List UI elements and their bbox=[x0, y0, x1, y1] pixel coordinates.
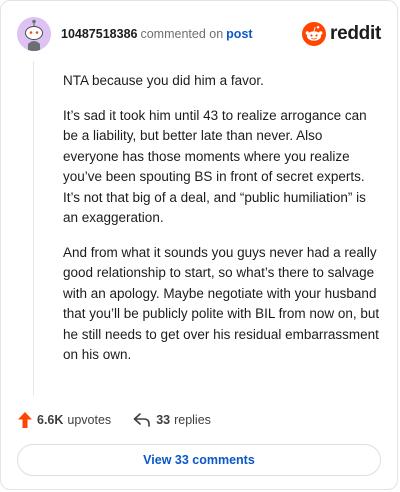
view-comments-button[interactable]: View 33 comments bbox=[17, 444, 381, 476]
comment-actions: 6.6K upvotes 33 replies bbox=[18, 409, 381, 431]
reddit-logo-icon bbox=[302, 22, 327, 46]
reddit-wordmark: reddit bbox=[330, 23, 381, 44]
reply-arrow-icon bbox=[133, 413, 150, 427]
snoo-avatar-icon[interactable] bbox=[17, 17, 51, 51]
reddit-brand[interactable]: reddit bbox=[302, 21, 381, 47]
upvote-arrow-icon bbox=[18, 412, 32, 428]
comment-header: 10487518386 commented on post reddit bbox=[17, 17, 381, 51]
upvote-count: 6.6K bbox=[37, 413, 64, 427]
upvote-label: upvotes bbox=[67, 413, 112, 427]
comment-body: NTA because you did him a favor. It’s sa… bbox=[63, 71, 381, 380]
comment-meta: 10487518386 commented on post bbox=[61, 26, 253, 42]
commented-on-text: commented on bbox=[140, 27, 224, 41]
username[interactable]: 10487518386 bbox=[61, 27, 137, 41]
upvote-button[interactable]: 6.6K upvotes bbox=[18, 412, 111, 428]
comment-card: 10487518386 commented on post reddit NTA b… bbox=[0, 0, 398, 490]
post-link[interactable]: post bbox=[226, 27, 252, 41]
comment-paragraph-1: NTA because you did him a favor. bbox=[63, 73, 264, 88]
comment-paragraph-3: And from what it sounds you guys never h… bbox=[63, 244, 380, 363]
comment-paragraph-2: It’s sad it took him until 43 to realize… bbox=[63, 107, 367, 226]
reply-count: 33 bbox=[156, 413, 171, 427]
reply-label: replies bbox=[174, 413, 211, 427]
thread-line[interactable] bbox=[33, 61, 34, 396]
view-comments-label: View 33 comments bbox=[143, 453, 255, 467]
replies-button[interactable]: 33 replies bbox=[133, 413, 211, 427]
